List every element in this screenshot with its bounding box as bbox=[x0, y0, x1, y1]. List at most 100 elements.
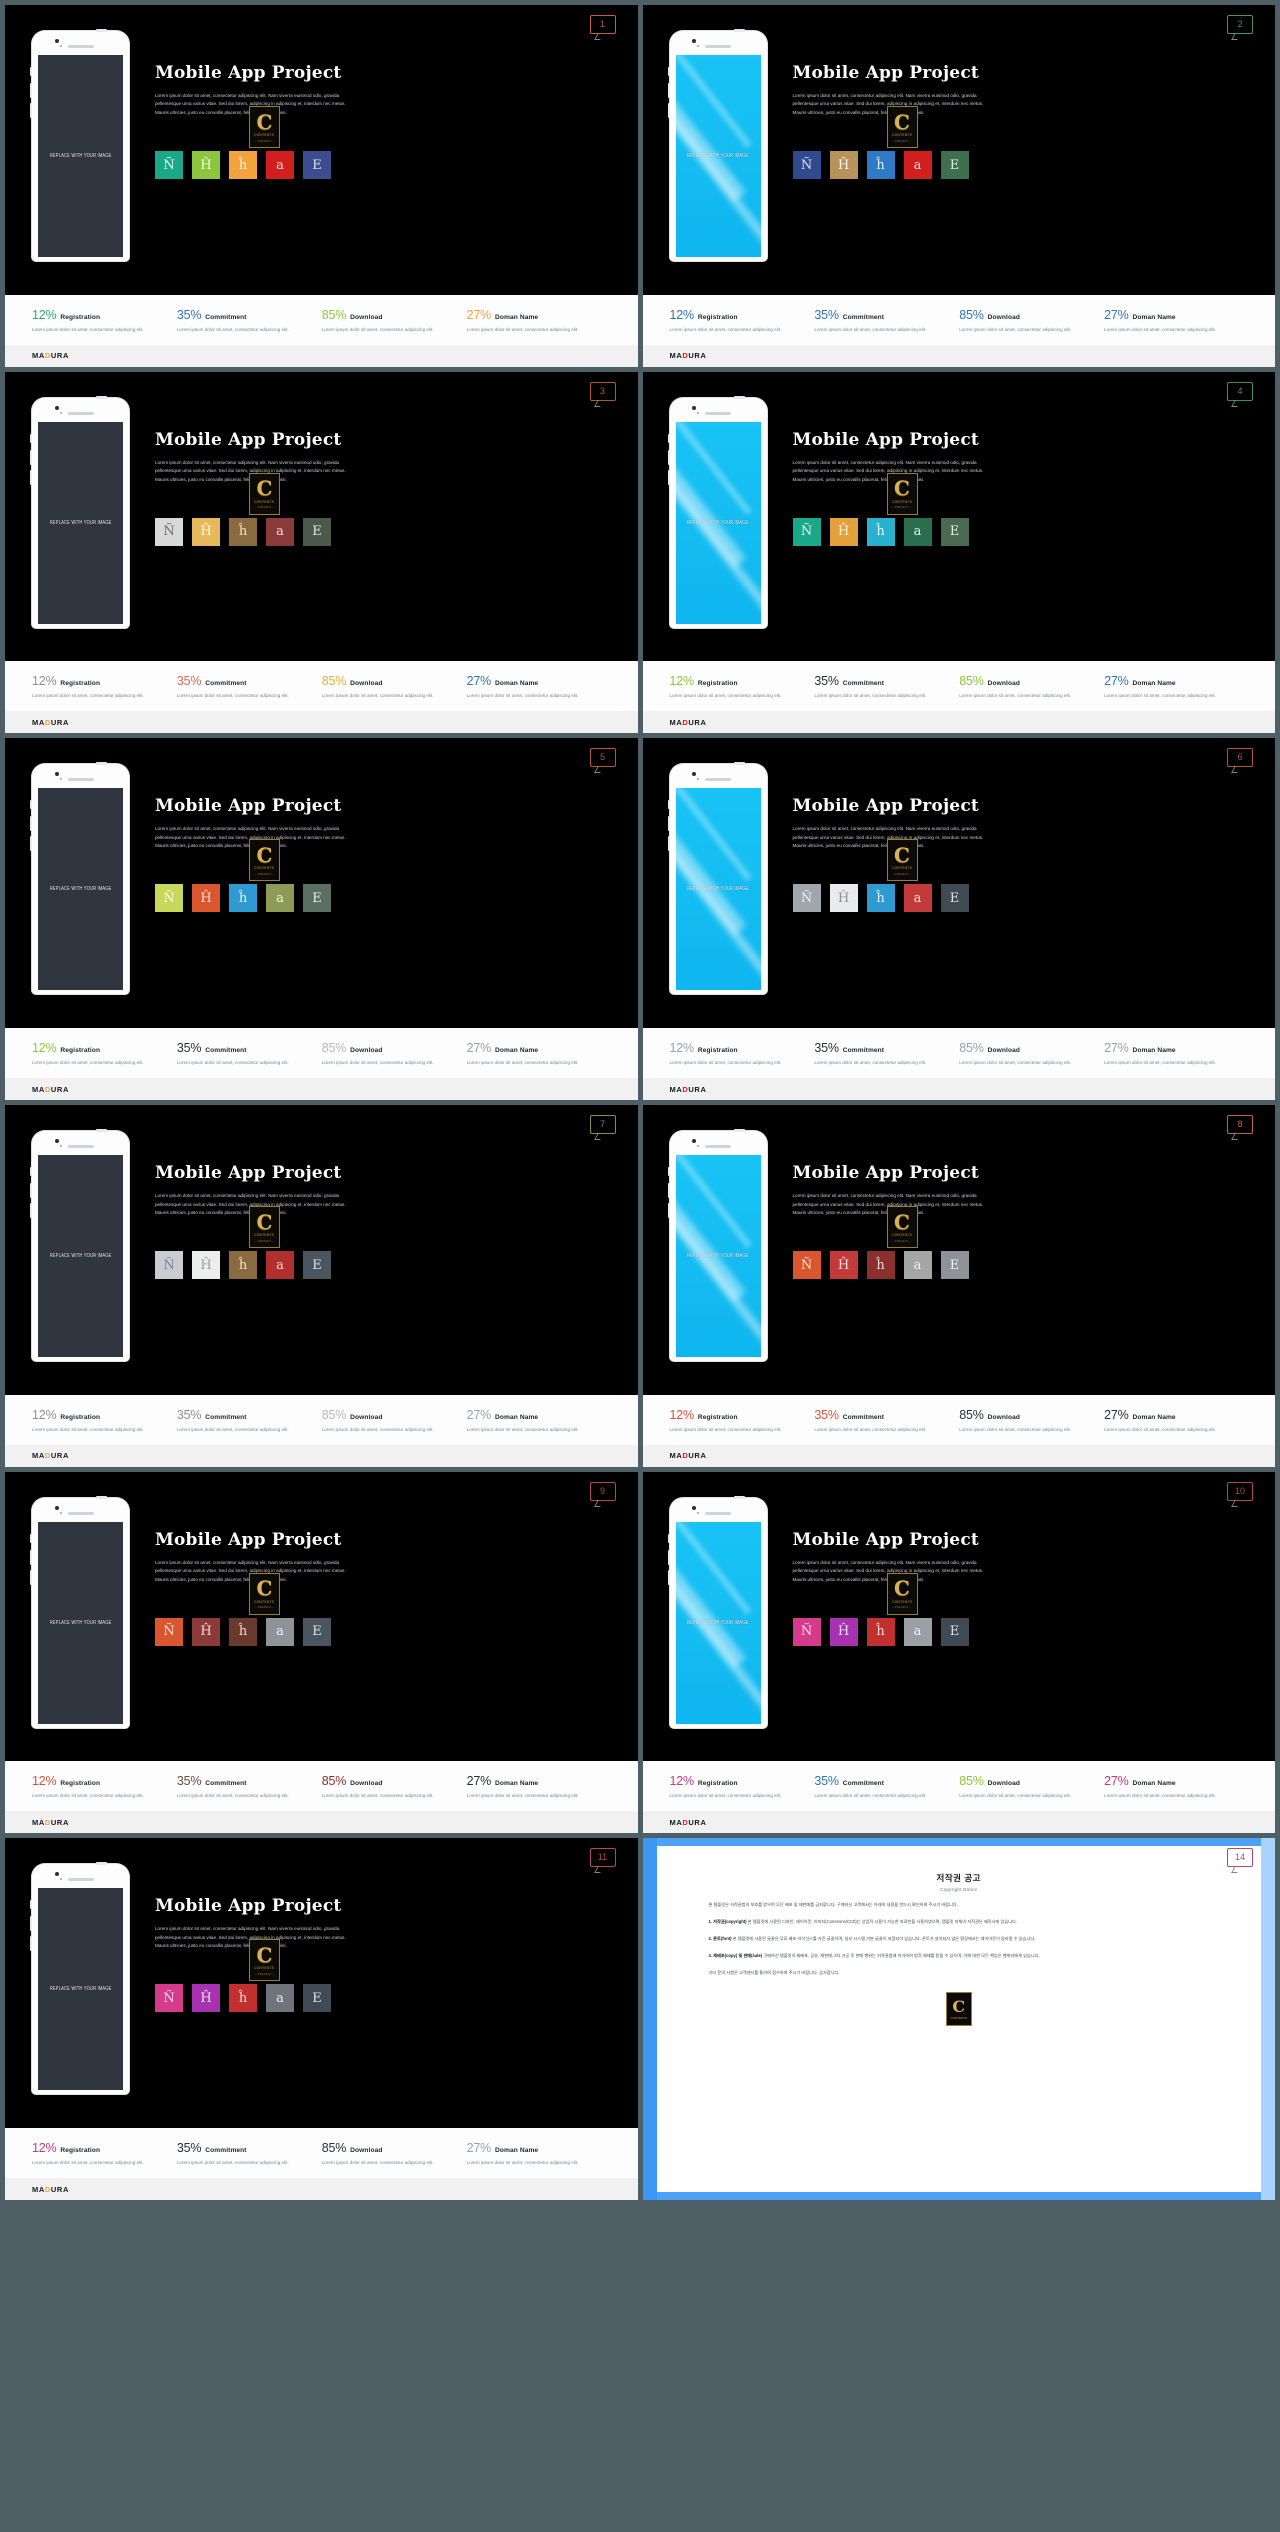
letter-tile-2[interactable]: Ĥ bbox=[192, 884, 220, 913]
slide-2[interactable]: 2 REPLACE WITH YOUR IMAGE Mobile App Pro… bbox=[642, 5, 1275, 367]
slide-7[interactable]: 7 REPLACE WITH YOUR IMAGE Mobile App Pro… bbox=[5, 1105, 638, 1467]
slide-1[interactable]: 1 REPLACE WITH YOUR IMAGE Mobile App Pro… bbox=[5, 5, 638, 367]
slide-number-badge[interactable]: 2 bbox=[1227, 15, 1253, 34]
letter-tile-1[interactable]: Ñ bbox=[155, 1617, 183, 1646]
slide-number-badge[interactable]: 5 bbox=[589, 748, 616, 768]
stat-description: Lorem ipsum dolor sit amet, consectetur … bbox=[959, 693, 1072, 699]
right-accent-band bbox=[1261, 1838, 1275, 2201]
letter-tile-1[interactable]: Ñ bbox=[792, 884, 821, 913]
letter-tile-5[interactable]: E bbox=[940, 1617, 969, 1646]
stat-heading: 12% Registration bbox=[32, 1041, 167, 1055]
letter-tile-3[interactable]: ĥ bbox=[229, 1984, 257, 2013]
stat-label: Registration bbox=[697, 1047, 738, 1055]
letter-tile-2[interactable]: Ĥ bbox=[829, 151, 858, 179]
letter-tile-4[interactable]: a bbox=[266, 1617, 294, 1646]
letter-tile-1[interactable]: Ñ bbox=[155, 517, 183, 546]
stat-4: 27% Doman Name Lorem ipsum dolor sit ame… bbox=[467, 1408, 612, 1434]
sensor-icon bbox=[697, 1145, 699, 1148]
seal-line-1: CONTENTS bbox=[892, 499, 912, 504]
letter-tile-5[interactable]: E bbox=[303, 1984, 331, 2013]
letter-tile-3[interactable]: ĥ bbox=[866, 517, 895, 546]
letter-tile-4[interactable]: a bbox=[903, 884, 932, 913]
letter-tile-5[interactable]: E bbox=[940, 884, 969, 913]
letter-tile-1[interactable]: Ñ bbox=[155, 884, 183, 913]
slide-3[interactable]: 3 REPLACE WITH YOUR IMAGE Mobile App Pro… bbox=[5, 371, 638, 734]
slide-8[interactable]: 8 REPLACE WITH YOUR IMAGE Mobile App Pro… bbox=[642, 1105, 1275, 1467]
letter-tile-5[interactable]: E bbox=[940, 151, 969, 179]
letter-tile-1[interactable]: Ñ bbox=[155, 151, 183, 179]
letter-tile-5[interactable]: E bbox=[940, 517, 969, 546]
letter-tile-1[interactable]: Ñ bbox=[792, 1251, 821, 1280]
letter-tile-2[interactable]: Ĥ bbox=[192, 151, 220, 179]
letter-tile-3[interactable]: ĥ bbox=[229, 517, 257, 546]
slide-number-badge[interactable]: 8 bbox=[1227, 1115, 1253, 1135]
stat-label: Download bbox=[350, 313, 383, 321]
slide-number-badge[interactable]: 1 bbox=[589, 15, 616, 34]
slide-number-badge[interactable]: 4 bbox=[1227, 381, 1253, 401]
slide-6[interactable]: 6 REPLACE WITH YOUR IMAGE Mobile App Pro… bbox=[642, 738, 1275, 1101]
stats-strip: 12% Registration Lorem ipsum dolor sit a… bbox=[642, 1028, 1275, 1079]
letter-tile-4[interactable]: a bbox=[903, 1617, 932, 1646]
slide-copyright-notice[interactable]: 저작권 공고 Copyright Notice 본 템플릿은 저작권법의 보호를… bbox=[642, 1838, 1275, 2201]
letter-tile-4[interactable]: a bbox=[903, 517, 932, 546]
letter-tile-4[interactable]: a bbox=[266, 1984, 294, 2013]
letter-tile-2[interactable]: Ĥ bbox=[829, 1251, 858, 1280]
letter-tile-2[interactable]: Ĥ bbox=[192, 1984, 220, 2013]
slide-5[interactable]: 5 REPLACE WITH YOUR IMAGE Mobile App Pro… bbox=[5, 738, 638, 1101]
letter-tile-1[interactable]: Ñ bbox=[155, 1251, 183, 1280]
letter-tile-3[interactable]: ĥ bbox=[866, 884, 895, 913]
letter-tile-2[interactable]: Ĥ bbox=[192, 1251, 220, 1280]
slide-number-badge[interactable]: 10 bbox=[1227, 1481, 1253, 1501]
stat-description: Lorem ipsum dolor sit amet, consectetur … bbox=[466, 326, 579, 332]
stat-percent: 85% bbox=[959, 1407, 984, 1422]
slide-number-badge[interactable]: 14 bbox=[1227, 1848, 1253, 1868]
letter-tile-2[interactable]: Ĥ bbox=[829, 517, 858, 546]
letter-tile-3[interactable]: ĥ bbox=[229, 1251, 257, 1280]
letter-tile-3[interactable]: ĥ bbox=[866, 151, 895, 179]
letter-tile-3[interactable]: ĥ bbox=[229, 1617, 257, 1646]
letter-tile-1[interactable]: Ñ bbox=[155, 1984, 183, 2013]
stat-description: Lorem ipsum dolor sit amet, consectetur … bbox=[321, 326, 434, 332]
slide-9[interactable]: 9 REPLACE WITH YOUR IMAGE Mobile App Pro… bbox=[5, 1471, 638, 1834]
letter-tile-4[interactable]: a bbox=[903, 1251, 932, 1280]
slide-11[interactable]: 11 REPLACE WITH YOUR IMAGE Mobile App Pr… bbox=[5, 1838, 638, 2201]
letter-tile-5[interactable]: E bbox=[303, 1617, 331, 1646]
letter-tile-5[interactable]: E bbox=[303, 884, 331, 913]
slide-10[interactable]: 10 REPLACE WITH YOUR IMAGE Mobile App Pr… bbox=[642, 1471, 1275, 1834]
slide-4[interactable]: 4 REPLACE WITH YOUR IMAGE Mobile App Pro… bbox=[642, 371, 1275, 734]
letter-tile-4[interactable]: a bbox=[903, 151, 932, 179]
letter-tile-4[interactable]: a bbox=[266, 884, 294, 913]
letter-tile-3[interactable]: ĥ bbox=[866, 1251, 895, 1280]
letter-tile-3[interactable]: ĥ bbox=[866, 1617, 895, 1646]
letter-tile-4[interactable]: a bbox=[266, 517, 294, 546]
stat-description: Lorem ipsum dolor sit amet, consectetur … bbox=[321, 1426, 434, 1432]
letter-tile-5[interactable]: E bbox=[303, 1251, 331, 1280]
letter-tile-4[interactable]: a bbox=[266, 1251, 294, 1280]
slide-number-badge[interactable]: 9 bbox=[589, 1481, 616, 1501]
slide-number-badge[interactable]: 7 bbox=[589, 1115, 616, 1135]
stat-label: Commitment bbox=[205, 1780, 247, 1788]
stats-strip: 12% Registration Lorem ipsum dolor sit a… bbox=[5, 1761, 638, 1812]
stat-heading: 35% Commitment bbox=[814, 308, 949, 322]
letter-tile-5[interactable]: E bbox=[303, 517, 331, 546]
letter-tile-1[interactable]: Ñ bbox=[792, 517, 821, 546]
seal-line-1: CONTENTS bbox=[892, 1599, 912, 1604]
letter-tile-3[interactable]: ĥ bbox=[229, 151, 257, 179]
slide-number-badge[interactable]: 11 bbox=[589, 1848, 616, 1868]
power-button-icon bbox=[733, 762, 745, 766]
letter-tile-3[interactable]: ĥ bbox=[229, 884, 257, 913]
letter-tile-2[interactable]: Ĥ bbox=[829, 1617, 858, 1646]
slide-number-badge[interactable]: 3 bbox=[589, 381, 616, 401]
letter-tile-2[interactable]: Ĥ bbox=[192, 517, 220, 546]
letter-tile-5[interactable]: E bbox=[940, 1251, 969, 1280]
slide-number-badge[interactable]: 6 bbox=[1227, 748, 1253, 768]
camera-icon bbox=[692, 405, 696, 410]
letter-tile-5[interactable]: E bbox=[303, 151, 331, 179]
letter-tile-1[interactable]: Ñ bbox=[792, 1617, 821, 1646]
letter-tile-4[interactable]: a bbox=[266, 151, 294, 179]
letter-tile-2[interactable]: Ĥ bbox=[192, 1617, 220, 1646]
letter-tile-2[interactable]: Ĥ bbox=[829, 884, 858, 913]
stat-label: Doman Name bbox=[1132, 1780, 1176, 1788]
stat-description: Lorem ipsum dolor sit amet, consectetur … bbox=[1104, 1793, 1216, 1799]
letter-tile-1[interactable]: Ñ bbox=[792, 151, 821, 179]
